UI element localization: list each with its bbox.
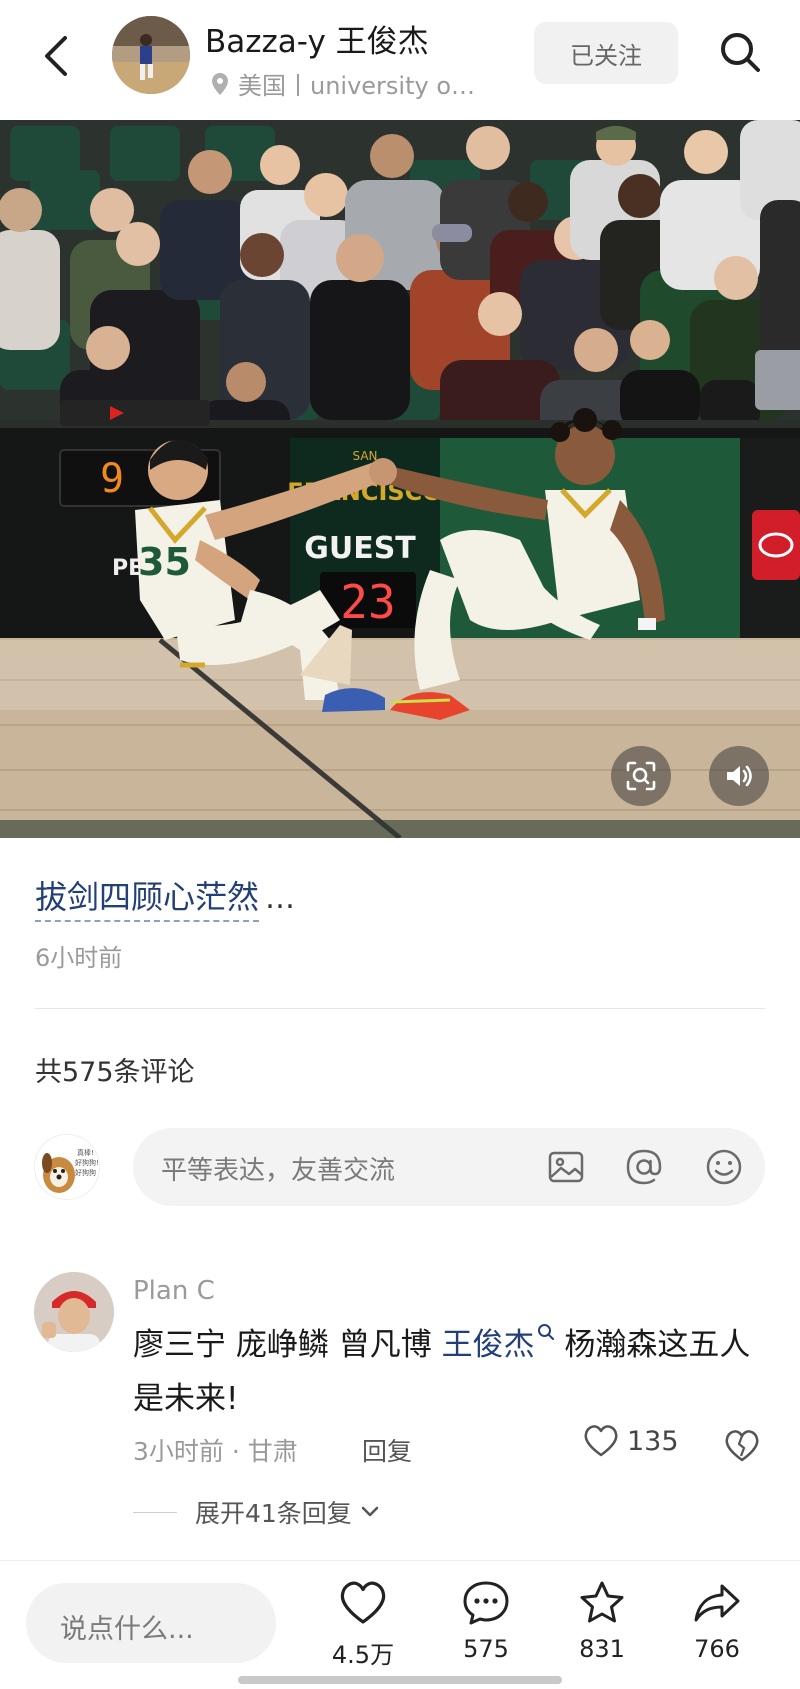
share-button[interactable]: 766 <box>672 1575 762 1679</box>
expand-divider <box>133 1512 177 1513</box>
chevron-left-icon <box>45 36 67 76</box>
commenter-name[interactable]: Plan C <box>133 1276 215 1306</box>
like-button[interactable]: 4.5万 <box>318 1575 408 1679</box>
search-icon <box>537 1324 554 1340</box>
post-title[interactable]: 拔剑四顾心茫然 … <box>35 872 295 922</box>
image-icon <box>548 1151 584 1183</box>
emoji-button[interactable] <box>703 1146 745 1188</box>
scoreboard-guest-label: GUEST <box>304 531 416 566</box>
quick-comment-placeholder: 说点什么... <box>60 1614 194 1645</box>
comment-meta: 3小时前 · 甘肃 <box>133 1437 298 1466</box>
share-count: 766 <box>694 1635 740 1663</box>
divider <box>35 1008 765 1009</box>
scoreboard-guest-score: 23 <box>340 575 395 629</box>
post-photo[interactable]: 9 SAN FRANCISCO GUEST 23 U PE <box>0 120 800 838</box>
basketball-photo: 9 SAN FRANCISCO GUEST 23 U PE <box>0 120 800 838</box>
follow-button[interactable]: 已关注 <box>534 22 678 84</box>
comment-button[interactable]: 575 <box>441 1575 531 1679</box>
my-avatar: 真棒! 好狗狗! 好狗狗 <box>34 1134 100 1200</box>
top-header: Bazza-y 王俊杰 美国丨university o… 已关注 <box>0 0 800 120</box>
commenter-avatar[interactable] <box>34 1272 114 1352</box>
reply-button[interactable]: 回复 <box>362 1432 412 1468</box>
back-button[interactable] <box>34 28 78 84</box>
bottom-action-bar: 说点什么... 4.5万 575 831 766 <box>0 1560 800 1689</box>
location-pin-icon <box>212 72 228 95</box>
jersey-number: 35 <box>138 540 191 584</box>
author-name[interactable]: Bazza-y 王俊杰 <box>205 16 429 61</box>
favorite-count: 831 <box>579 1635 625 1663</box>
quick-comment-input[interactable]: 说点什么... <box>26 1583 276 1663</box>
comment-text: 廖三宁 庞峥鳞 曾凡博 王俊杰 杨瀚森这五人是未来! <box>133 1318 753 1426</box>
chat-bubble-icon <box>463 1581 509 1625</box>
star-icon <box>580 1581 624 1623</box>
volume-icon <box>727 765 752 787</box>
favorite-button[interactable]: 831 <box>557 1575 647 1679</box>
at-icon <box>626 1149 662 1185</box>
expand-replies-label: 展开41条回复 <box>195 1499 352 1528</box>
search-button[interactable] <box>712 24 768 80</box>
comment-input-placeholder: 平等表达，友善交流 <box>161 1156 396 1186</box>
expand-replies-button[interactable]: 展开41条回复 <box>195 1494 380 1530</box>
comment-mention[interactable]: 王俊杰 <box>442 1327 535 1363</box>
comment-dislike-button[interactable] <box>722 1426 762 1466</box>
svg-text:真棒!: 真棒! <box>77 1148 94 1157</box>
emoji-icon <box>706 1149 742 1185</box>
svg-text:好狗狗: 好狗狗 <box>75 1168 96 1177</box>
scoreboard-left-digits: 9 <box>100 456 124 502</box>
heart-icon <box>340 1581 386 1624</box>
home-indicator[interactable] <box>238 1676 562 1684</box>
insert-image-button[interactable] <box>545 1146 587 1188</box>
comment-like-count: 135 <box>627 1425 679 1457</box>
svg-text:SAN: SAN <box>352 449 377 463</box>
comment-total-count: 575 <box>463 1635 509 1663</box>
post-time: 6小时前 <box>35 944 123 972</box>
chevron-down-icon <box>361 1506 379 1517</box>
svg-text:好狗狗!: 好狗狗! <box>75 1158 99 1167</box>
post-title-text: 拔剑四顾心茫然 <box>35 872 260 922</box>
scan-icon <box>626 761 656 791</box>
location-text: 美国丨university o… <box>238 72 476 100</box>
post-title-more: … <box>265 881 296 916</box>
broken-heart-icon <box>725 1430 759 1462</box>
comment-text-before: 廖三宁 庞峥鳞 曾凡博 <box>133 1327 442 1363</box>
author-location: 美国丨university o… <box>210 66 475 101</box>
sound-toggle-button[interactable] <box>709 746 769 806</box>
comment-input[interactable]: 平等表达，友善交流 <box>133 1128 765 1206</box>
image-search-button[interactable] <box>611 746 671 806</box>
heart-icon <box>584 1425 618 1457</box>
search-icon <box>721 33 760 72</box>
like-count: 4.5万 <box>331 1641 395 1669</box>
author-avatar[interactable] <box>112 16 190 94</box>
comment-like-button[interactable]: 135 <box>583 1424 679 1458</box>
share-icon <box>694 1584 740 1622</box>
comment-count: 共575条评论 <box>35 1057 195 1088</box>
mention-button[interactable] <box>623 1146 665 1188</box>
